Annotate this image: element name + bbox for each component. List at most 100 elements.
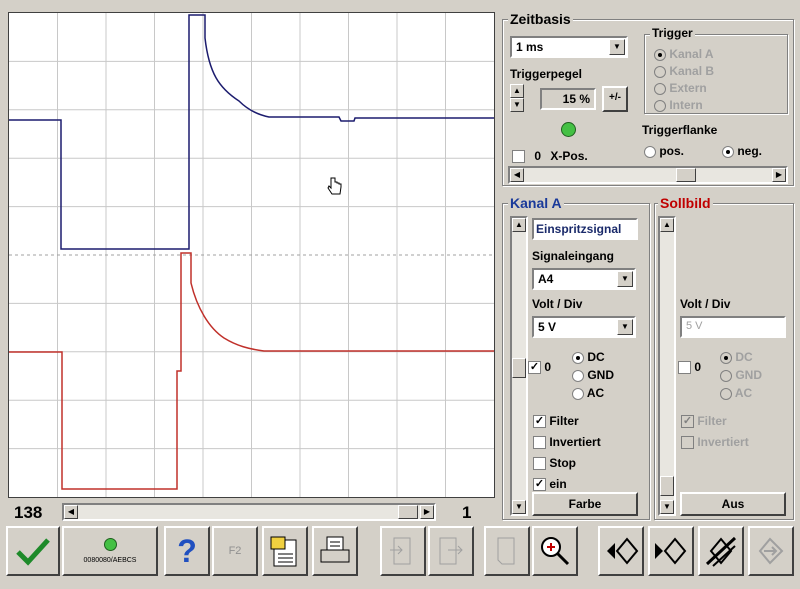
exit-icon (758, 537, 784, 565)
report-icon (270, 536, 297, 567)
scroll-down-button[interactable]: ▼ (512, 500, 526, 514)
scroll-thumb[interactable] (676, 168, 696, 182)
sollbild-filter-checkbox[interactable]: ✓ Filter (681, 411, 749, 432)
trigger-options: Kanal A Kanal B Extern Intern (654, 46, 714, 114)
hand-cursor-icon (327, 177, 342, 195)
time-scrollbar[interactable]: ◀ ▶ (62, 503, 436, 521)
trigger-led-icon (561, 122, 576, 137)
f2-label: F2 (228, 545, 242, 557)
import-button[interactable] (380, 526, 426, 576)
filter-checkbox[interactable]: ✓ Filter (533, 411, 601, 432)
checkmark-icon (16, 538, 50, 566)
import-icon (390, 537, 411, 565)
zeitbasis-value: 1 ms (516, 40, 544, 54)
sollbild-ac-radio[interactable]: AC (720, 384, 762, 402)
right-counter: 1 (462, 503, 472, 522)
sollbild-zero-checkbox[interactable]: 0 (678, 360, 701, 375)
scroll-down-button[interactable]: ▼ (660, 500, 674, 514)
triggerpegel-label: Triggerpegel (510, 67, 583, 81)
coupling-dc-radio[interactable]: DC (572, 348, 614, 366)
oscilloscope-svg (9, 13, 494, 497)
flank-neg-radio[interactable]: neg. (722, 144, 762, 158)
coupling-gnd-radio[interactable]: GND (572, 366, 614, 384)
zeitbasis-select[interactable]: 1 ms ▼ (510, 36, 628, 58)
scroll-right-button[interactable]: ▶ (420, 505, 434, 519)
page-button[interactable] (484, 526, 530, 576)
triggerpegel-spinner[interactable]: ▲ ▼ (510, 84, 526, 112)
scroll-left-button[interactable]: ◀ (64, 505, 78, 519)
report-button[interactable] (262, 526, 308, 576)
kanal-a-vscroll[interactable]: ▲ ▼ (510, 216, 528, 516)
question-mark-icon: ? (177, 532, 197, 569)
trigger-kanal-a[interactable]: Kanal A (654, 46, 714, 63)
trigger-extern[interactable]: Extern (654, 80, 714, 97)
zeitbasis-title: Zeitbasis (508, 11, 573, 27)
cursor-right-icon (655, 537, 687, 565)
zoom-icon (541, 537, 570, 566)
xpos-zero: 0 (534, 149, 542, 163)
offset-thumb[interactable] (660, 476, 674, 496)
chevron-down-icon[interactable]: ▼ (617, 319, 633, 335)
aus-button[interactable]: Aus (680, 492, 786, 516)
plus-minus-button[interactable]: +/- (602, 86, 628, 112)
chevron-down-icon[interactable]: ▼ (617, 271, 633, 287)
zeitbasis-scrollbar[interactable]: ◀ ▶ (508, 166, 788, 184)
device-led-icon (103, 538, 117, 551)
sollbild-invertiert-checkbox[interactable]: Invertiert (681, 432, 749, 453)
volt-div-select[interactable]: 5 V ▼ (532, 316, 636, 338)
device-code: 0080080/AEBCS (83, 557, 137, 564)
spinner-up-icon[interactable]: ▲ (510, 84, 524, 98)
cursor-off-icon (705, 536, 737, 567)
spinner-down-icon[interactable]: ▼ (510, 98, 524, 112)
exit-button[interactable] (748, 526, 794, 576)
oscilloscope-display[interactable] (8, 12, 495, 498)
stop-checkbox[interactable]: Stop (533, 453, 601, 474)
grid-lines (9, 13, 494, 497)
f2-button[interactable]: F2 (212, 526, 258, 576)
cursor-off-button[interactable] (698, 526, 744, 576)
xpos-checkbox[interactable]: 0 X-Pos. (512, 149, 588, 164)
trigger-intern[interactable]: Intern (654, 97, 714, 114)
volt-div-value: 5 V (538, 320, 557, 334)
sollbild-title: Sollbild (658, 195, 713, 211)
sollbild-vscroll[interactable]: ▲ ▼ (658, 216, 676, 516)
cursor-right-button[interactable] (648, 526, 694, 576)
signal-name-field[interactable]: Einspritzsignal (532, 218, 638, 240)
scroll-thumb[interactable] (398, 505, 418, 519)
sollbild-dc-radio[interactable]: DC (720, 348, 762, 366)
help-button[interactable]: ? (164, 526, 210, 576)
kanal-a-zero-checkbox[interactable]: ✓ 0 (528, 360, 551, 375)
volt-div-label: Volt / Div (532, 297, 583, 311)
signaleingang-select[interactable]: A4 ▼ (532, 268, 636, 290)
invertiert-checkbox[interactable]: Invertiert (533, 432, 601, 453)
farbe-button[interactable]: Farbe (532, 492, 638, 516)
zoom-button[interactable] (532, 526, 578, 576)
chevron-down-icon[interactable]: ▼ (609, 39, 625, 55)
export-icon (439, 537, 463, 565)
sollbild-coupling: DC GND AC (720, 348, 762, 402)
scroll-up-button[interactable]: ▲ (660, 218, 674, 232)
sollbild-volt-div-label: Volt / Div (680, 297, 731, 311)
signaleingang-label: Signaleingang (532, 249, 615, 263)
offset-thumb[interactable] (512, 358, 526, 378)
scroll-right-button[interactable]: ▶ (772, 168, 786, 182)
scroll-up-button[interactable]: ▲ (512, 218, 526, 232)
triggerpegel-value: 15 % (540, 88, 596, 110)
page-icon (497, 537, 515, 565)
sollbild-gnd-radio[interactable]: GND (720, 366, 762, 384)
export-button[interactable] (428, 526, 474, 576)
scroll-left-button[interactable]: ◀ (510, 168, 524, 182)
flank-pos-radio[interactable]: pos. (644, 144, 684, 158)
confirm-button[interactable] (6, 526, 60, 576)
xpos-check[interactable] (512, 150, 525, 164)
sollbild-options: ✓ Filter Invertiert (681, 411, 749, 453)
left-counter: 138 (14, 503, 43, 522)
print-button[interactable] (312, 526, 358, 576)
xpos-label: X-Pos. (550, 149, 588, 163)
trigger-kanal-b[interactable]: Kanal B (654, 63, 714, 80)
cursor-left-button[interactable] (598, 526, 644, 576)
device-status-button[interactable]: 0080080/AEBCS (62, 526, 158, 576)
kanal-a-coupling: DC GND AC (572, 348, 614, 402)
signaleingang-value: A4 (538, 272, 554, 286)
coupling-ac-radio[interactable]: AC (572, 384, 614, 402)
